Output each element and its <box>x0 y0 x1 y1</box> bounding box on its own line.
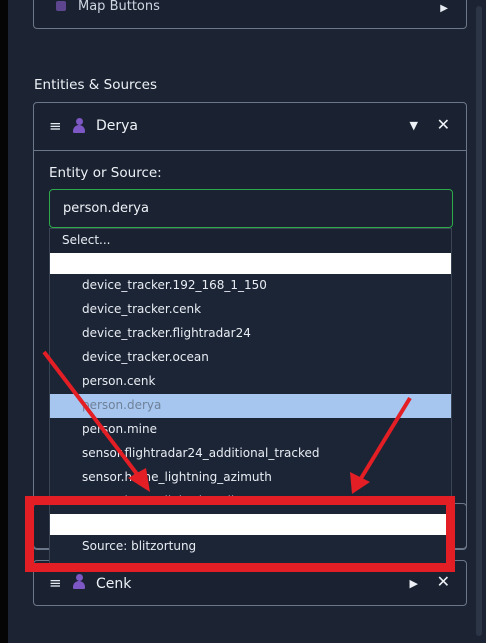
option-label: person.mine <box>82 422 157 436</box>
entity-source-value: person.derya <box>63 201 149 216</box>
person-icon <box>72 118 86 134</box>
app-root: Map Buttons ▶ Entities & Sources ≡ Derya… <box>0 0 486 643</box>
map-buttons-icon <box>56 1 66 11</box>
dropdown-option[interactable]: device_tracker.ocean <box>50 346 451 370</box>
entity-source-label: Entity or Source: <box>49 165 162 181</box>
collapse-caret-icon[interactable]: ▼ <box>410 119 418 132</box>
close-icon[interactable]: ✕ <box>437 572 450 591</box>
annotation-highlight-box <box>25 496 455 572</box>
option-label: sensor.home_lightning_azimuth <box>82 470 272 484</box>
option-label: sensor.flightradar24_additional_tracked <box>82 446 320 460</box>
option-label: device_tracker.ocean <box>82 350 209 364</box>
entity-source-select[interactable]: person.derya <box>49 189 453 228</box>
dropdown-option[interactable]: person.cenk <box>50 370 451 394</box>
option-label: device_tracker.192_168_1_150 <box>82 278 267 292</box>
dropdown-option[interactable]: device_tracker.192_168_1_150 <box>50 274 451 298</box>
expand-arrow-icon[interactable]: ▶ <box>440 3 448 14</box>
dropdown-option[interactable]: person.mine <box>50 418 451 442</box>
dropdown-option-selected[interactable]: person.derya <box>50 394 451 418</box>
dropdown-option[interactable]: device_tracker.flightradar24 <box>50 322 451 346</box>
dropdown-blank-option[interactable] <box>50 253 451 274</box>
panel-scrollbar[interactable] <box>476 6 482 636</box>
section-title: Entities & Sources <box>34 77 158 93</box>
drag-handle-icon[interactable]: ≡ <box>49 574 62 592</box>
person-icon <box>72 574 86 590</box>
option-label: person.cenk <box>82 374 156 388</box>
dropdown-option[interactable]: device_tracker.cenk <box>50 298 451 322</box>
entity-name: Cenk <box>96 576 132 592</box>
option-label: device_tracker.cenk <box>82 302 202 316</box>
option-label: Select... <box>62 233 111 247</box>
map-buttons-card[interactable]: Map Buttons ▶ <box>33 0 467 29</box>
close-icon[interactable]: ✕ <box>437 115 450 134</box>
entity-name: Derya <box>96 118 139 134</box>
expand-arrow-icon[interactable]: ▶ <box>410 577 418 590</box>
option-label: person.derya <box>82 398 162 412</box>
map-buttons-title: Map Buttons <box>78 0 160 14</box>
entity-card-header[interactable]: ≡ Derya ▼ ✕ <box>34 103 466 151</box>
left-rail <box>0 0 8 643</box>
drag-handle-icon[interactable]: ≡ <box>49 117 62 135</box>
dropdown-option[interactable]: sensor.flightradar24_additional_tracked <box>50 442 451 466</box>
dropdown-placeholder-option[interactable]: Select... <box>50 229 451 253</box>
dropdown-option[interactable]: sensor.home_lightning_azimuth <box>50 466 451 490</box>
option-label: device_tracker.flightradar24 <box>82 326 251 340</box>
